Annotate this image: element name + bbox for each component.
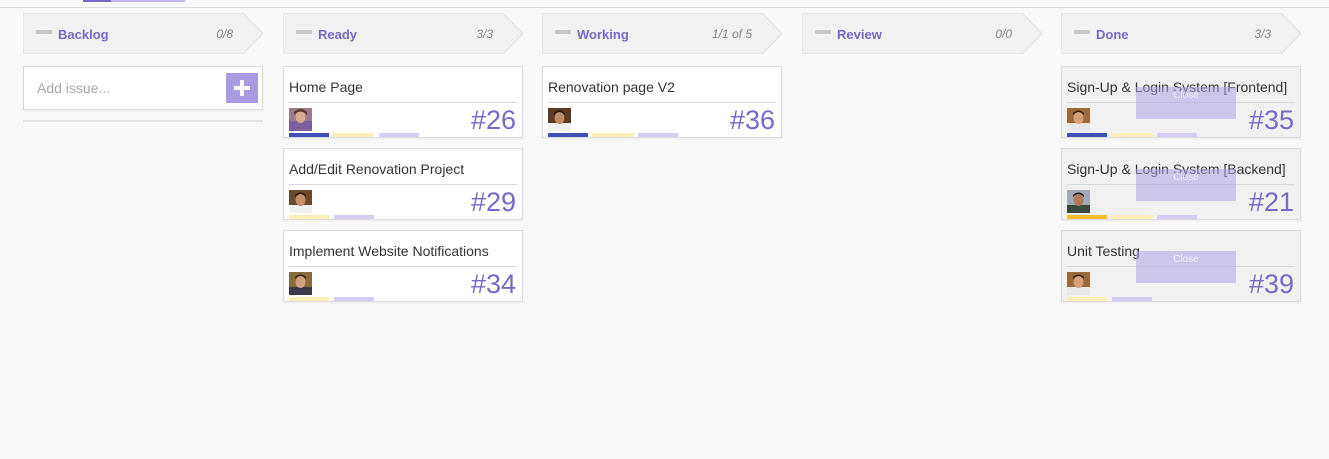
progress-segment bbox=[289, 215, 329, 219]
column-working: Working 1/1 of 5 Renovation page V2 #36 bbox=[542, 13, 782, 138]
assignee-avatar[interactable] bbox=[1067, 272, 1090, 295]
progress-segment bbox=[592, 133, 634, 137]
issue-number: #26 bbox=[470, 105, 516, 135]
top-bar bbox=[0, 0, 1329, 8]
progress-segment bbox=[1157, 215, 1197, 219]
progress-segment bbox=[1112, 297, 1152, 301]
column-review: Review 0/0 bbox=[802, 13, 1042, 54]
collapse-icon[interactable] bbox=[815, 30, 831, 34]
issue-card[interactable]: Add/Edit Renovation Project #29 bbox=[283, 148, 523, 220]
issue-number: #36 bbox=[729, 105, 775, 135]
issue-number: #29 bbox=[470, 187, 516, 217]
assignee-avatar[interactable] bbox=[289, 190, 312, 213]
collapse-icon[interactable] bbox=[296, 30, 312, 34]
column-count: 3/3 bbox=[476, 27, 493, 41]
issue-title: Add/Edit Renovation Project bbox=[289, 161, 465, 177]
column-title: Working bbox=[577, 27, 629, 42]
progress-segment bbox=[289, 297, 329, 301]
issue-card[interactable]: Sign-Up & Login System [Backend] #21 Clo… bbox=[1061, 148, 1301, 220]
issue-card[interactable]: Home Page #26 bbox=[283, 66, 523, 138]
assignee-avatar[interactable] bbox=[1067, 108, 1090, 131]
add-issue-underline bbox=[23, 120, 263, 122]
add-issue-input[interactable] bbox=[35, 77, 229, 99]
card-divider bbox=[548, 102, 776, 103]
assignee-avatar[interactable] bbox=[548, 108, 571, 131]
close-issue-button[interactable]: Close bbox=[1136, 87, 1236, 119]
issue-title: Home Page bbox=[289, 79, 363, 95]
close-issue-button[interactable]: Close bbox=[1136, 251, 1236, 283]
close-issue-label: Close bbox=[1173, 89, 1199, 101]
progress-segment bbox=[333, 133, 373, 137]
column-header-review: Review 0/0 bbox=[802, 13, 1042, 54]
card-divider bbox=[289, 102, 517, 103]
collapse-icon[interactable] bbox=[555, 30, 571, 34]
column-title: Review bbox=[837, 27, 882, 42]
close-issue-label: Close bbox=[1173, 171, 1199, 183]
column-backlog: Backlog 0/8 bbox=[23, 13, 263, 122]
progress-segment bbox=[1111, 215, 1153, 219]
issue-card[interactable]: Renovation page V2 #36 bbox=[542, 66, 782, 138]
close-issue-label: Close bbox=[1173, 253, 1199, 265]
issue-number: #34 bbox=[470, 269, 516, 299]
column-header-working: Working 1/1 of 5 bbox=[542, 13, 782, 54]
progress-segment bbox=[1157, 133, 1197, 137]
issue-number: #35 bbox=[1248, 105, 1294, 135]
column-ready: Ready 3/3 Home Page #26 Add/Edit Renovat… bbox=[283, 13, 523, 302]
column-count: 3/3 bbox=[1254, 27, 1271, 41]
column-header-backlog: Backlog 0/8 bbox=[23, 13, 263, 54]
assignee-avatar[interactable] bbox=[289, 108, 312, 131]
column-count: 0/0 bbox=[995, 27, 1012, 41]
card-divider bbox=[289, 184, 517, 185]
issue-card[interactable]: Unit Testing #39 Close bbox=[1061, 230, 1301, 302]
issue-number: #39 bbox=[1248, 269, 1294, 299]
close-issue-button[interactable]: Close bbox=[1136, 169, 1236, 201]
column-count: 0/8 bbox=[216, 27, 233, 41]
column-header-done: Done 3/3 bbox=[1061, 13, 1301, 54]
progress-segment bbox=[548, 133, 588, 137]
progress-segment bbox=[334, 297, 374, 301]
progress-segment bbox=[334, 215, 374, 219]
column-header-ready: Ready 3/3 bbox=[283, 13, 523, 54]
assignee-avatar[interactable] bbox=[1067, 190, 1090, 213]
issue-title: Implement Website Notifications bbox=[289, 243, 489, 259]
assignee-avatar[interactable] bbox=[289, 272, 312, 295]
collapse-icon[interactable] bbox=[1074, 30, 1090, 34]
progress-segment bbox=[1067, 133, 1107, 137]
progress-segment bbox=[1067, 215, 1107, 219]
progress-segment bbox=[1111, 133, 1153, 137]
column-title: Ready bbox=[318, 27, 358, 42]
progress-segment bbox=[1067, 297, 1107, 301]
issue-card[interactable]: Sign-Up & Login System [Frontend] #35 Cl… bbox=[1061, 66, 1301, 138]
column-done: Done 3/3 Sign-Up & Login System [Fronten… bbox=[1061, 13, 1301, 302]
issue-title: Renovation page V2 bbox=[548, 79, 675, 95]
issue-card[interactable]: Implement Website Notifications #34 bbox=[283, 230, 523, 302]
card-divider bbox=[289, 266, 517, 267]
progress-segment bbox=[289, 133, 329, 137]
collapse-icon[interactable] bbox=[36, 30, 52, 34]
add-issue-plus-icon[interactable] bbox=[226, 73, 258, 103]
progress-segment bbox=[379, 133, 419, 137]
column-title: Done bbox=[1096, 27, 1129, 42]
progress-segment bbox=[638, 133, 678, 137]
column-title: Backlog bbox=[58, 27, 109, 42]
column-count: 1/1 of 5 bbox=[711, 27, 752, 41]
issue-title: Unit Testing bbox=[1067, 243, 1140, 259]
issue-number: #21 bbox=[1248, 187, 1294, 217]
top-tab-indicator[interactable] bbox=[83, 0, 111, 2]
add-issue-box bbox=[23, 66, 263, 110]
top-tab-indicator-secondary[interactable] bbox=[111, 0, 185, 2]
